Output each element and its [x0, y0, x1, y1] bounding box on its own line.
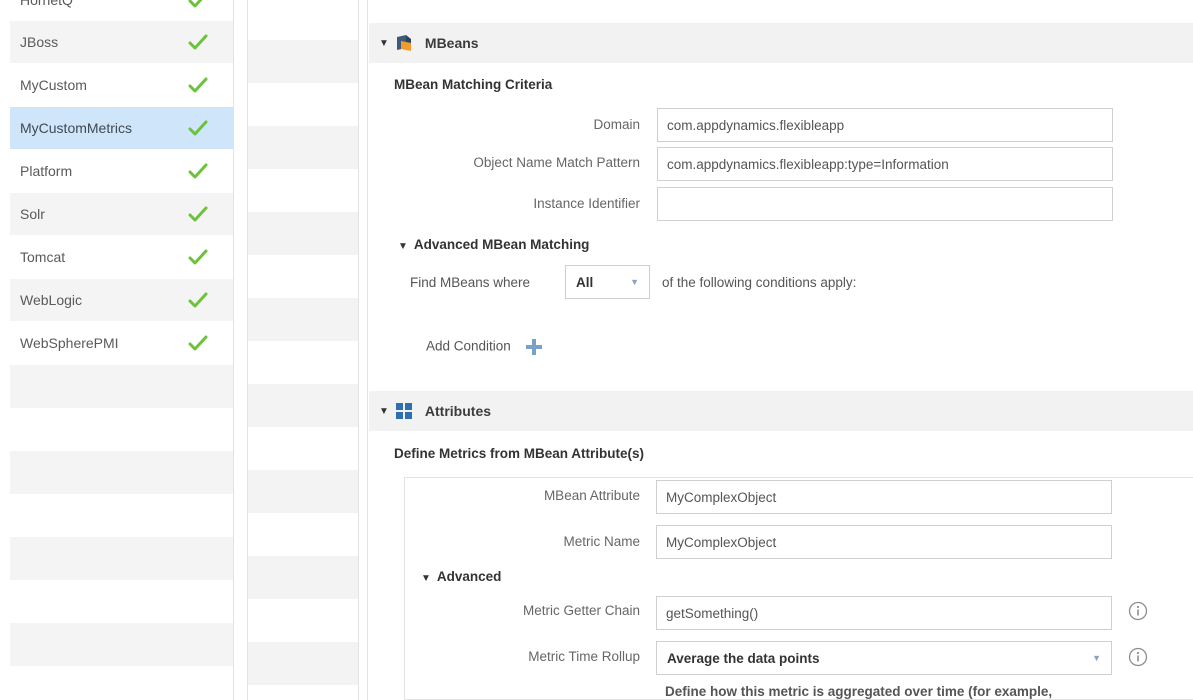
mbean-attribute-input[interactable]: MyComplexObject	[656, 480, 1112, 514]
add-condition-button[interactable]: Add Condition	[426, 338, 543, 356]
column-row	[248, 83, 358, 126]
advanced-mbean-matching-heading: Advanced MBean Matching	[413, 237, 590, 252]
match-condition-value: All	[576, 274, 594, 290]
column-row	[248, 298, 358, 341]
rule-name: Solr	[20, 206, 45, 222]
info-icon[interactable]	[1128, 601, 1148, 621]
column-row	[248, 685, 358, 700]
checkmark-icon	[188, 163, 208, 179]
column-row	[248, 642, 358, 685]
empty-row	[10, 623, 233, 666]
checkmark-icon	[188, 0, 203, 7]
rule-name: JBoss	[20, 34, 59, 50]
secondary-column	[247, 0, 359, 700]
info-icon[interactable]	[1128, 647, 1148, 667]
add-condition-label: Add Condition	[426, 338, 511, 354]
grid-icon	[395, 403, 412, 419]
column-row	[248, 384, 358, 427]
advanced-mbean-matching-toggle[interactable]: ▼ Advanced MBean Matching	[398, 237, 589, 252]
define-metrics-heading: Define Metrics from MBean Attribute(s)	[394, 446, 645, 461]
checkmark-icon	[188, 292, 208, 308]
domain-label: Domain	[593, 117, 640, 132]
domain-input[interactable]: com.appdynamics.flexibleapp	[657, 108, 1113, 142]
collapse-caret-icon: ▼	[398, 241, 408, 252]
column-row	[248, 341, 358, 384]
metric-name-input[interactable]: MyComplexObject	[656, 525, 1112, 559]
metric-time-rollup-help: Define how this metric is aggregated ove…	[665, 684, 1053, 699]
metric-time-rollup-select[interactable]: Average the data points ▼	[656, 641, 1112, 675]
rule-list-item[interactable]: Platform	[10, 150, 233, 193]
collapse-caret-icon: ▼	[421, 573, 431, 584]
rule-name: MyCustom	[20, 77, 87, 93]
mbean-cube-icon	[396, 35, 411, 51]
mbeans-section-title: MBeans	[424, 35, 479, 51]
column-row	[248, 427, 358, 470]
checkmark-icon	[188, 335, 208, 351]
column-row	[248, 0, 358, 40]
rule-list-item[interactable]: Solr	[10, 193, 233, 236]
column-row	[248, 556, 358, 599]
instance-identifier-input[interactable]	[657, 187, 1113, 221]
column-row	[248, 40, 358, 83]
match-condition-select[interactable]: All ▼	[565, 265, 650, 299]
rule-list-item[interactable]: WebSpherePMI	[10, 322, 233, 365]
column-row	[248, 212, 358, 255]
empty-row	[10, 494, 233, 537]
find-mbeans-prefix: Find MBeans where	[410, 275, 531, 290]
column-row	[248, 169, 358, 212]
column-row	[248, 255, 358, 298]
checkmark-icon	[188, 120, 208, 136]
metric-time-rollup-value: Average the data points	[667, 650, 820, 666]
plus-icon[interactable]	[525, 338, 543, 356]
rule-list: HornetQ JBoss MyCustom MyCustomMetrics Platf…	[10, 0, 234, 700]
rule-name: MyCustomMetrics	[20, 120, 133, 136]
rule-name: Tomcat	[20, 249, 66, 265]
find-mbeans-suffix: of the following conditions apply:	[662, 275, 857, 290]
attributes-section-header[interactable]: ▼ Attributes	[369, 391, 1193, 431]
empty-row	[10, 537, 233, 580]
empty-row	[10, 580, 233, 623]
metric-name-label: Metric Name	[563, 534, 640, 549]
attributes-section-title: Attributes	[424, 403, 492, 419]
column-row	[248, 470, 358, 513]
rule-name: WebSpherePMI	[20, 335, 119, 351]
empty-row	[10, 408, 233, 451]
rule-list-item[interactable]: HornetQ	[10, 0, 233, 21]
advanced-heading: Advanced	[436, 569, 502, 584]
collapse-caret-icon[interactable]: ▼	[379, 406, 389, 417]
rule-name: Platform	[20, 163, 73, 179]
mbean-attribute-label: MBean Attribute	[543, 488, 640, 503]
metric-getter-chain-label: Metric Getter Chain	[522, 603, 640, 618]
rule-list-item[interactable]: MyCustom	[10, 64, 233, 107]
metric-getter-chain-input[interactable]: getSomething()	[656, 596, 1112, 630]
object-name-pattern-input[interactable]: com.appdynamics.flexibleapp:type=Informa…	[657, 147, 1113, 181]
rule-list-item[interactable]: WebLogic	[10, 279, 233, 322]
checkmark-icon	[188, 34, 208, 50]
rule-name: HornetQ	[20, 0, 73, 8]
rule-list-item[interactable]: JBoss	[10, 21, 233, 64]
column-row	[248, 513, 358, 556]
chevron-down-icon: ▼	[630, 277, 639, 287]
rule-name: WebLogic	[20, 292, 83, 308]
empty-row	[10, 365, 233, 408]
mbean-criteria-heading: MBean Matching Criteria	[394, 77, 553, 92]
checkmark-icon	[188, 77, 208, 93]
checkmark-icon	[188, 249, 208, 265]
rule-list-item[interactable]: MyCustomMetrics	[10, 107, 233, 150]
empty-row	[10, 451, 233, 494]
mbeans-section-header[interactable]: ▼ MBeans	[369, 23, 1193, 63]
rule-list-item[interactable]: Tomcat	[10, 236, 233, 279]
object-name-pattern-label: Object Name Match Pattern	[473, 155, 640, 170]
advanced-toggle[interactable]: ▼ Advanced	[421, 569, 501, 584]
instance-identifier-label: Instance Identifier	[533, 196, 640, 211]
collapse-caret-icon[interactable]: ▼	[379, 38, 389, 49]
chevron-down-icon: ▼	[1092, 653, 1101, 663]
metric-time-rollup-label: Metric Time Rollup	[528, 649, 640, 664]
column-row	[248, 126, 358, 169]
checkmark-icon	[188, 206, 208, 222]
column-row	[248, 599, 358, 642]
